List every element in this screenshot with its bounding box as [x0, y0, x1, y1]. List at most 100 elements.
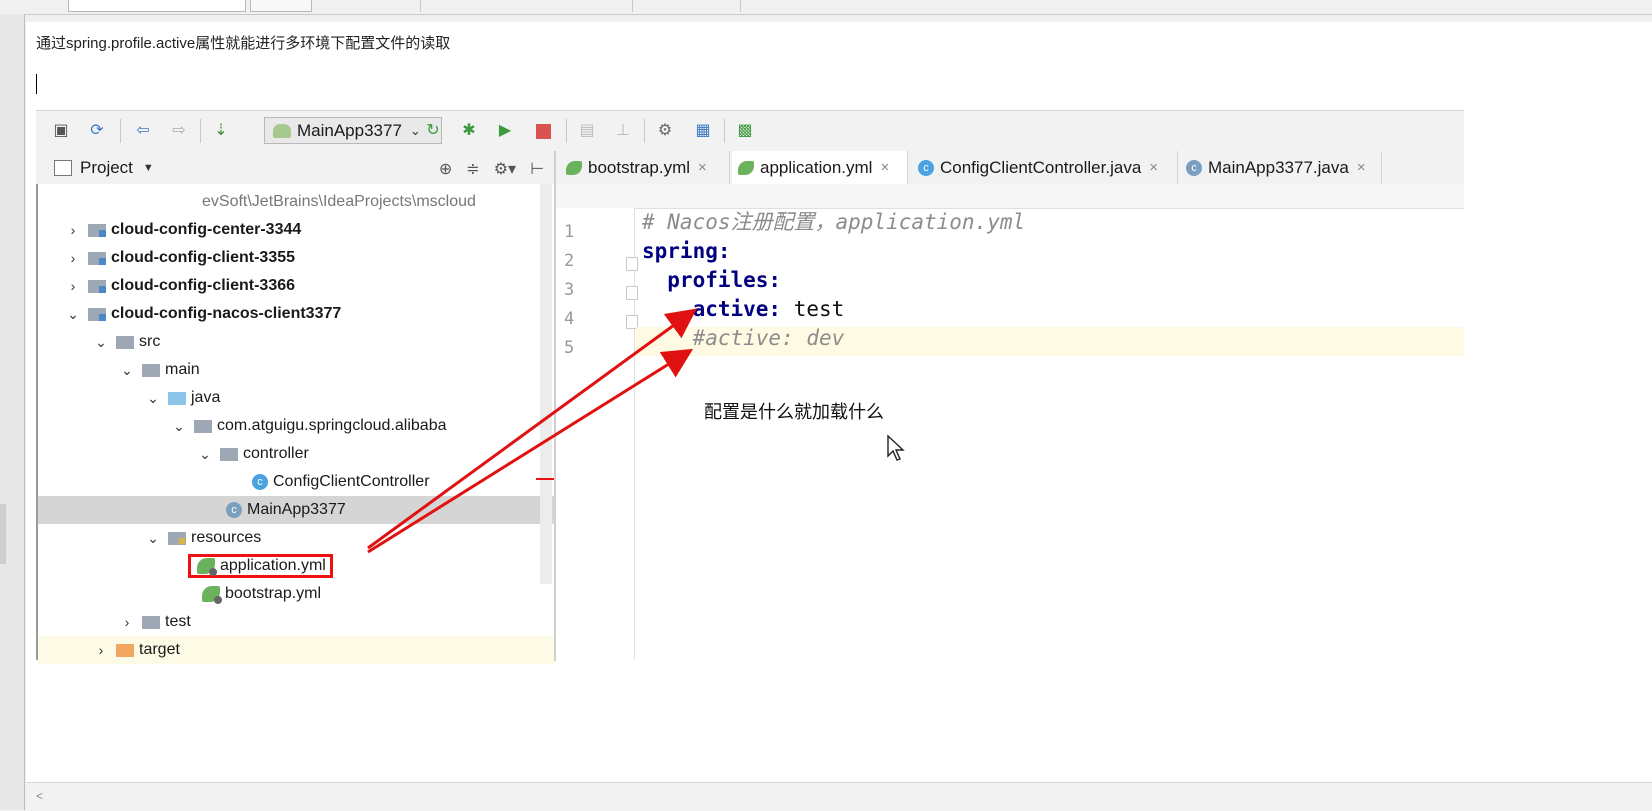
- tree-item-src[interactable]: ⌄ src: [38, 328, 556, 356]
- tree-path-row: evSoft\JetBrains\IdeaProjects\mscloud: [38, 188, 556, 216]
- tree-item-mainapp3377[interactable]: c MainApp3377: [38, 496, 556, 524]
- tree-item-label: cloud-config-client-3366: [111, 277, 296, 294]
- project-icon: [54, 160, 72, 176]
- tree-item-main[interactable]: ⌄ main: [38, 356, 556, 384]
- toolbar-separator: [644, 119, 645, 143]
- highlight-box: application.yml: [188, 554, 333, 578]
- chevron-right-icon[interactable]: ›: [94, 642, 108, 658]
- scrollbar-thumb[interactable]: [0, 504, 6, 564]
- folder-icon: [142, 615, 160, 629]
- back-icon[interactable]: ⇦: [132, 120, 154, 142]
- settings-icon[interactable]: ⚙▾: [494, 159, 516, 179]
- scroll-left-icon[interactable]: <: [36, 789, 43, 803]
- mouse-pointer-icon: [887, 434, 905, 461]
- chevron-right-icon[interactable]: ›: [66, 278, 80, 294]
- close-icon[interactable]: ×: [1149, 159, 1158, 176]
- module-icon: [88, 223, 106, 237]
- attach-icon[interactable]: ▤: [576, 120, 598, 142]
- close-icon[interactable]: ×: [880, 159, 889, 176]
- line-number: 5: [564, 338, 575, 358]
- chevron-down-icon[interactable]: ⌄: [66, 306, 80, 323]
- caret-down-icon: ▼: [142, 162, 154, 174]
- tab-bootstrap-yml[interactable]: bootstrap.yml ×: [560, 151, 730, 184]
- package-icon: [194, 419, 212, 433]
- tab-mainapp3377-java[interactable]: c MainApp3377.java ×: [1180, 151, 1382, 184]
- run-icon[interactable]: ↻: [422, 120, 444, 142]
- tree-item-cloud-config-client-3355[interactable]: › cloud-config-client-3355: [38, 244, 556, 272]
- tree-item-cloud-config-nacos-client3377[interactable]: ⌄ cloud-config-nacos-client3377: [38, 300, 556, 328]
- tree-item-label: test: [165, 613, 191, 630]
- project-actions: ⊕ ≑ ⚙▾ ⊢: [439, 159, 544, 179]
- sdk-icon[interactable]: ▦: [692, 120, 714, 142]
- tree-item-configclientcontroller[interactable]: c ConfigClientController: [38, 468, 556, 496]
- close-icon[interactable]: ×: [698, 159, 707, 176]
- toolbar-separator: [740, 0, 741, 12]
- tree-item-cloud-config-client-3366[interactable]: › cloud-config-client-3366: [38, 272, 556, 300]
- outer-button[interactable]: [250, 0, 312, 12]
- tree-item-controller[interactable]: ⌄ controller: [38, 440, 556, 468]
- outer-input[interactable]: [68, 0, 246, 12]
- coverage-icon[interactable]: ▶: [494, 120, 516, 142]
- line-number: 1: [564, 222, 575, 242]
- project-panel-header: Project ▼ ⊕ ≑ ⚙▾ ⊢: [36, 151, 556, 185]
- structure-icon[interactable]: ⚙: [654, 120, 676, 142]
- ide-toolbar: ▣ ⟳ ⇦ ⇨ ⇣ MainApp3377 ⌄ ↻ ✱ ▶ ▤ ⊥ ⚙ ▦ ▩: [36, 110, 1464, 152]
- tree-item-java[interactable]: ⌄ java: [38, 384, 556, 412]
- vertical-scrollbar[interactable]: [0, 14, 25, 810]
- tab-label: application.yml: [760, 157, 873, 177]
- yml-icon: [202, 586, 222, 604]
- plugin-icon[interactable]: ▩: [734, 120, 756, 142]
- tree-item-cloud-config-center-3344[interactable]: › cloud-config-center-3344: [38, 216, 556, 244]
- yaml-value: test: [781, 297, 845, 321]
- code-line-2: spring:: [642, 239, 731, 263]
- sync-icon[interactable]: ⟳: [86, 120, 108, 142]
- profile-icon[interactable]: ⊥: [612, 120, 634, 142]
- chevron-down-icon[interactable]: ⌄: [120, 362, 134, 379]
- tree-item-package[interactable]: ⌄ com.atguigu.springcloud.alibaba: [38, 412, 556, 440]
- collapse-icon[interactable]: ≑: [466, 159, 479, 179]
- tree-item-test[interactable]: › test: [38, 608, 556, 636]
- tree-item-label: target: [139, 641, 180, 658]
- class-icon: c: [252, 474, 268, 490]
- tree-item-label: bootstrap.yml: [225, 585, 322, 602]
- code-editor[interactable]: # Nacos注册配置，application.yml spring: prof…: [636, 208, 1464, 660]
- chevron-down-icon[interactable]: ⌄: [198, 446, 212, 463]
- spring-class-icon: c: [1186, 159, 1202, 176]
- tree-item-bootstrap-yml[interactable]: bootstrap.yml: [38, 580, 556, 608]
- hide-icon[interactable]: ⊢: [530, 159, 544, 179]
- chevron-right-icon[interactable]: ›: [66, 250, 80, 266]
- run-config-dropdown[interactable]: MainApp3377 ⌄: [264, 117, 442, 144]
- tab-configclientcontroller-java[interactable]: c ConfigClientController.java ×: [912, 151, 1178, 184]
- debug-icon[interactable]: ✱: [458, 120, 480, 142]
- chevron-right-icon[interactable]: ›: [120, 614, 134, 630]
- tree-item-resources[interactable]: ⌄ resources: [38, 524, 556, 552]
- chevron-down-icon[interactable]: ⌄: [94, 334, 108, 351]
- horizontal-scrollbar[interactable]: <: [26, 782, 1652, 811]
- module-icon: [88, 251, 106, 265]
- tree-item-application-yml[interactable]: application.yml: [38, 552, 556, 580]
- tree-item-label: cloud-config-client-3355: [111, 249, 296, 266]
- tree-item-label: main: [165, 361, 200, 378]
- stop-icon[interactable]: [532, 120, 554, 142]
- project-tree: evSoft\JetBrains\IdeaProjects\mscloud › …: [36, 184, 558, 664]
- chevron-right-icon[interactable]: ›: [66, 222, 80, 238]
- code-line-1: # Nacos注册配置，application.yml: [642, 210, 1026, 234]
- chevron-down-icon[interactable]: ⌄: [146, 530, 160, 547]
- build-icon[interactable]: ⇣: [210, 120, 232, 142]
- save-icon[interactable]: ▣: [50, 120, 72, 142]
- tree-item-label: resources: [191, 529, 262, 546]
- toolbar-separator: [724, 119, 725, 143]
- close-icon[interactable]: ×: [1357, 159, 1366, 176]
- forward-icon[interactable]: ⇨: [168, 120, 190, 142]
- folder-icon: [116, 335, 134, 349]
- yml-icon: [738, 160, 754, 175]
- chevron-down-icon[interactable]: ⌄: [172, 418, 186, 435]
- chevron-down-icon[interactable]: ⌄: [146, 390, 160, 407]
- tree-scrollbar[interactable]: [540, 184, 552, 584]
- chevron-down-icon: ⌄: [409, 122, 421, 138]
- locate-icon[interactable]: ⊕: [439, 159, 452, 179]
- tab-application-yml[interactable]: application.yml ×: [732, 151, 908, 184]
- tree-item-target[interactable]: › target: [38, 636, 556, 664]
- line-number: 2: [564, 251, 575, 271]
- project-view-selector[interactable]: Project ▼: [54, 158, 154, 178]
